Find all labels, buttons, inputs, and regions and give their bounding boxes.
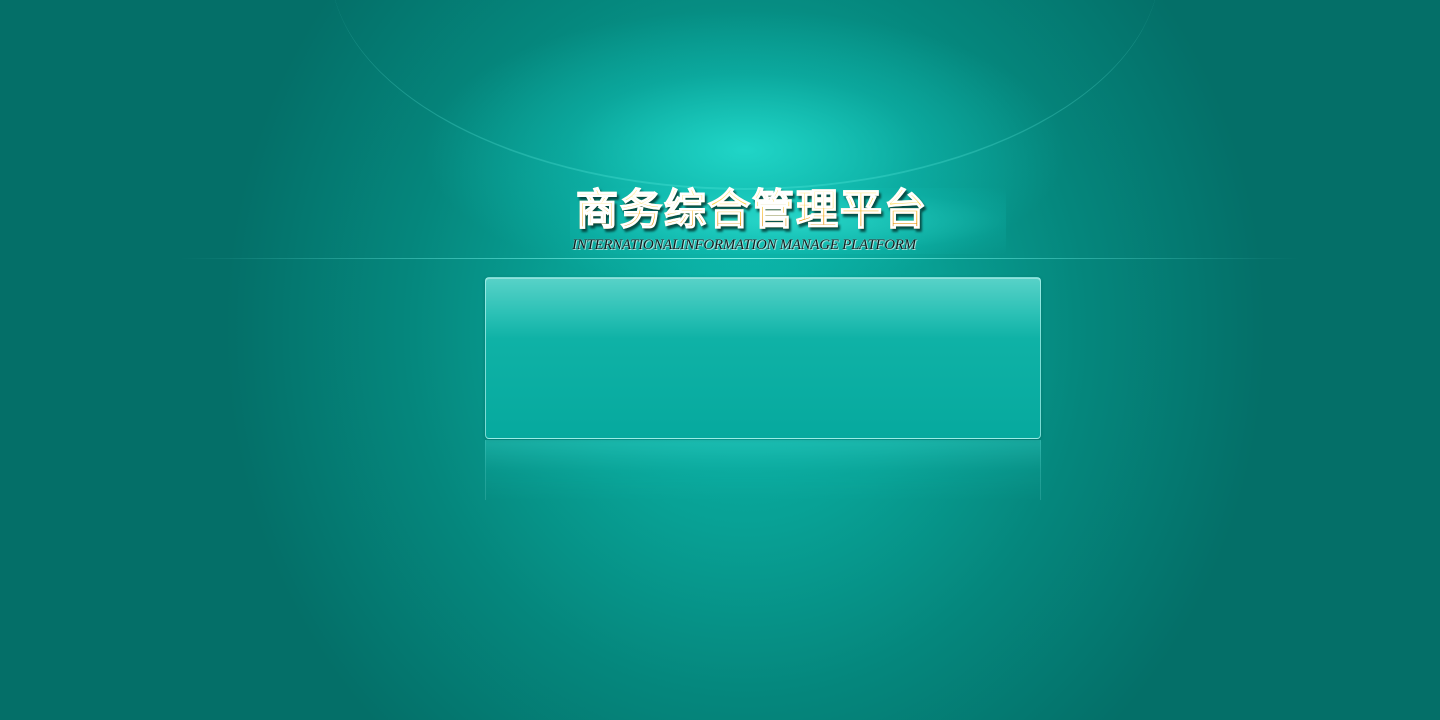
logo-subtitle: INTERNATIONALINFORMATION MANAGE PLATFORM: [572, 237, 916, 253]
horizon-line: [180, 258, 1300, 259]
logo-title: 商务综合管理平台: [575, 185, 1008, 234]
background-arc: [330, 0, 1160, 190]
login-panel: [485, 277, 1041, 439]
platform-logo: 商务综合管理平台 INTERNATIONALINFORMATION MANAGE…: [568, 184, 1018, 258]
login-panel-reflection: [485, 440, 1041, 500]
